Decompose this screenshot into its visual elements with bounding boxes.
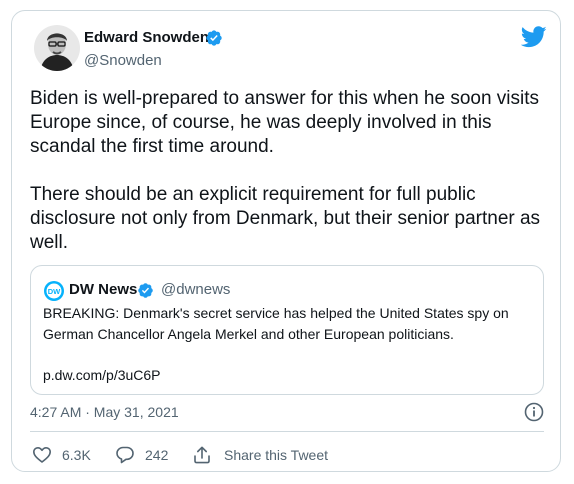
quoted-tweet[interactable]: DW DW News @dwnews BREAKING: Denmark's s…: [30, 265, 544, 395]
info-icon[interactable]: [524, 402, 544, 422]
tweet-timestamp[interactable]: 4:27 AM · May 31, 2021: [30, 402, 179, 422]
author-handle[interactable]: @Snowden: [84, 51, 162, 71]
twitter-bird-icon[interactable]: [521, 26, 547, 48]
heart-icon: [33, 447, 51, 463]
quoted-tweet-link[interactable]: p.dw.com/p/3uC6P: [43, 365, 161, 386]
tweet-body: Biden is well-prepared to answer for thi…: [30, 87, 545, 255]
embedded-tweet-card: Edward Snowden @Snowden Biden is well-pr…: [11, 10, 561, 472]
quoted-handle[interactable]: @dwnews: [161, 280, 230, 300]
share-button[interactable]: Share this Tweet: [192, 443, 328, 467]
reply-button[interactable]: 242: [115, 443, 168, 467]
share-label: Share this Tweet: [224, 447, 329, 463]
like-button[interactable]: 6.3K: [32, 443, 91, 467]
quoted-display-name[interactable]: DW News: [69, 280, 137, 300]
reply-bubble-icon: [116, 446, 134, 464]
author-display-name[interactable]: Edward Snowden: [84, 28, 209, 48]
quoted-tweet-text: BREAKING: Denmark's secret service has h…: [43, 305, 509, 342]
svg-text:DW: DW: [48, 287, 61, 296]
avatar[interactable]: [34, 25, 80, 71]
reply-count: 242: [145, 447, 169, 463]
verified-badge-icon: [206, 30, 222, 46]
tweet-paragraph: There should be an explicit requirement …: [30, 184, 541, 253]
like-count: 6.3K: [62, 447, 91, 463]
dw-logo-icon: DW: [44, 281, 64, 301]
share-icon: [194, 446, 210, 464]
verified-badge-icon: [138, 283, 153, 298]
divider: [30, 431, 544, 432]
tweet-paragraph: Biden is well-prepared to answer for thi…: [30, 88, 540, 157]
